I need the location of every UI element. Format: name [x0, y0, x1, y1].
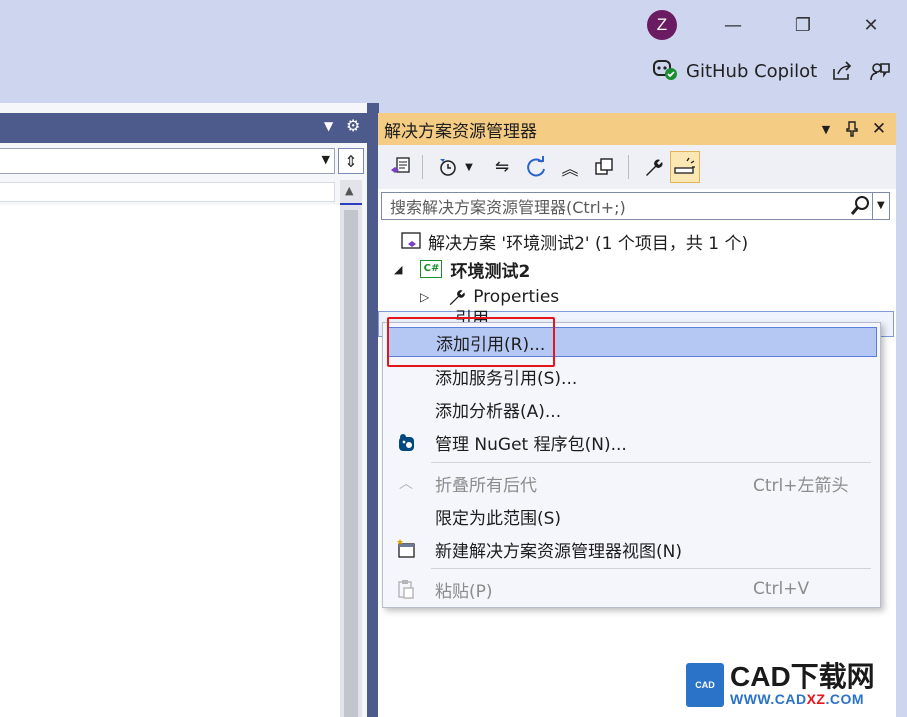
- chevron-down-icon: ▼: [321, 153, 330, 166]
- close-window-button[interactable]: ✕: [848, 8, 894, 42]
- tree-item-solution[interactable]: 解决方案 '环境测试2' (1 个项目，共 1 个): [400, 228, 748, 254]
- menu-item-label: 管理 NuGet 程序包(N)...: [435, 434, 627, 455]
- menu-item-label: 折叠所有后代: [435, 475, 537, 496]
- new-view-icon: [393, 536, 419, 562]
- menu-item-manage-nuget[interactable]: 管理 NuGet 程序包(N)...: [387, 427, 877, 457]
- show-all-files-button[interactable]: [590, 153, 618, 181]
- switch-views-button[interactable]: [386, 153, 414, 181]
- feedback-icon: [870, 63, 890, 81]
- left-content-pane: [0, 205, 340, 717]
- menu-item-collapse-all-descendants[interactable]: ︿ 折叠所有后代 Ctrl+左箭头: [387, 468, 877, 498]
- refresh-icon: [527, 156, 545, 177]
- window-menu-icon[interactable]: ▼: [818, 113, 834, 145]
- copy-windows-icon: [595, 158, 613, 175]
- title-bar: [0, 0, 907, 103]
- paste-icon: [393, 576, 419, 602]
- watermark: CAD CAD下载网 WWW.CADXZ.COM: [686, 662, 896, 708]
- collapse-all-button[interactable]: ︽: [556, 153, 584, 181]
- clock-icon: [440, 159, 456, 176]
- close-icon[interactable]: ✕: [868, 113, 890, 145]
- properties-button[interactable]: [640, 153, 668, 181]
- highlight-annotation-box: [387, 317, 555, 367]
- split-icon: ⇕: [344, 151, 358, 171]
- dropdown-icon[interactable]: ▼: [324, 119, 333, 133]
- search-icon[interactable]: [850, 195, 870, 221]
- menu-item-new-solution-explorer-view[interactable]: 新建解决方案资源管理器视图(N): [387, 534, 877, 564]
- search-options-chevron-icon[interactable]: ▼: [877, 200, 885, 211]
- minimize-button[interactable]: —: [710, 8, 756, 42]
- scroll-position-marker: [340, 203, 362, 205]
- menu-item-shortcut: Ctrl+左箭头: [753, 475, 849, 496]
- left-secondary-bar: [0, 182, 335, 202]
- collapse-all-icon: ︽: [561, 159, 579, 180]
- preview-selected-items-button[interactable]: [670, 151, 700, 183]
- account-avatar[interactable]: Z: [647, 10, 677, 40]
- watermark-brand: CAD下载网: [730, 661, 875, 692]
- solution-explorer-title: 解决方案资源管理器: [384, 121, 537, 142]
- tree-item-project[interactable]: ◢ C# 环境测试2: [394, 256, 530, 282]
- menu-item-label: 粘贴(P): [435, 581, 493, 602]
- pending-changes-filter-button[interactable]: [434, 153, 462, 181]
- menu-separator: [431, 462, 871, 463]
- gear-icon[interactable]: ⚙: [346, 116, 360, 135]
- solution-search-input[interactable]: [388, 196, 842, 218]
- menu-item-scope-to-this[interactable]: 限定为此范围(S): [387, 501, 877, 531]
- collapsed-arrow-icon[interactable]: ▷: [420, 290, 429, 304]
- sync-with-active-document-button[interactable]: ⇋: [488, 153, 516, 181]
- sync-icon: ⇋: [494, 157, 510, 177]
- solution-label: 解决方案 '环境测试2' (1 个项目，共 1 个): [428, 233, 749, 254]
- project-label: 环境测试2: [450, 261, 531, 282]
- csharp-project-icon: C#: [420, 260, 443, 278]
- feedback-button[interactable]: [867, 58, 893, 84]
- close-icon: ✕: [863, 14, 879, 36]
- menu-item-label: 新建解决方案资源管理器视图(N): [435, 541, 682, 562]
- solution-search-box[interactable]: ▼: [381, 192, 890, 220]
- scrollbar-thumb[interactable]: [344, 210, 358, 717]
- left-tool-window-header: ▼ ⚙: [0, 113, 367, 143]
- share-button[interactable]: [829, 58, 855, 84]
- menu-item-paste[interactable]: 粘贴(P) Ctrl+V: [387, 574, 877, 604]
- solution-explorer-toolbar: ▼ ⇋ ︽: [378, 145, 896, 189]
- refresh-button[interactable]: [522, 153, 550, 181]
- menu-item-add-analyzer[interactable]: 添加分析器(A)...: [387, 394, 877, 424]
- menu-item-label: 添加分析器(A)...: [435, 401, 562, 422]
- menu-item-shortcut: Ctrl+V: [753, 579, 810, 599]
- watermark-url: WWW.CADXZ.COM: [730, 691, 865, 707]
- solution-explorer-header: 解决方案资源管理器 ▼ ✕: [378, 113, 896, 145]
- expanded-arrow-icon[interactable]: ◢: [394, 263, 402, 276]
- preview-icon: [674, 157, 695, 174]
- copilot-icon: [652, 57, 678, 86]
- vs-solution-icon: [391, 157, 410, 173]
- restore-icon: ❐: [794, 14, 812, 36]
- split-button[interactable]: ⇕: [338, 148, 364, 174]
- wrench-icon: [646, 159, 663, 176]
- restore-button[interactable]: ❐: [780, 8, 826, 42]
- github-copilot-button[interactable]: GitHub Copilot: [652, 58, 817, 84]
- nuget-icon: [393, 429, 419, 455]
- menu-item-label: 添加服务引用(S)...: [435, 368, 578, 389]
- tree-item-properties[interactable]: ▷ Properties: [420, 284, 559, 310]
- menu-item-label: 限定为此范围(S): [435, 508, 562, 529]
- copilot-label: GitHub Copilot: [686, 60, 818, 82]
- scroll-up-icon[interactable]: ▲: [345, 184, 353, 197]
- cad-logo-icon: CAD: [686, 663, 724, 707]
- solution-icon: [400, 231, 422, 251]
- menu-separator: [431, 568, 871, 569]
- share-icon: [833, 61, 852, 80]
- minimize-icon: —: [724, 14, 742, 36]
- pin-icon[interactable]: [842, 113, 862, 145]
- collapse-icon: ︿: [399, 476, 413, 492]
- left-combo-box[interactable]: ▼: [0, 148, 335, 174]
- chevron-down-icon[interactable]: ▼: [462, 153, 476, 181]
